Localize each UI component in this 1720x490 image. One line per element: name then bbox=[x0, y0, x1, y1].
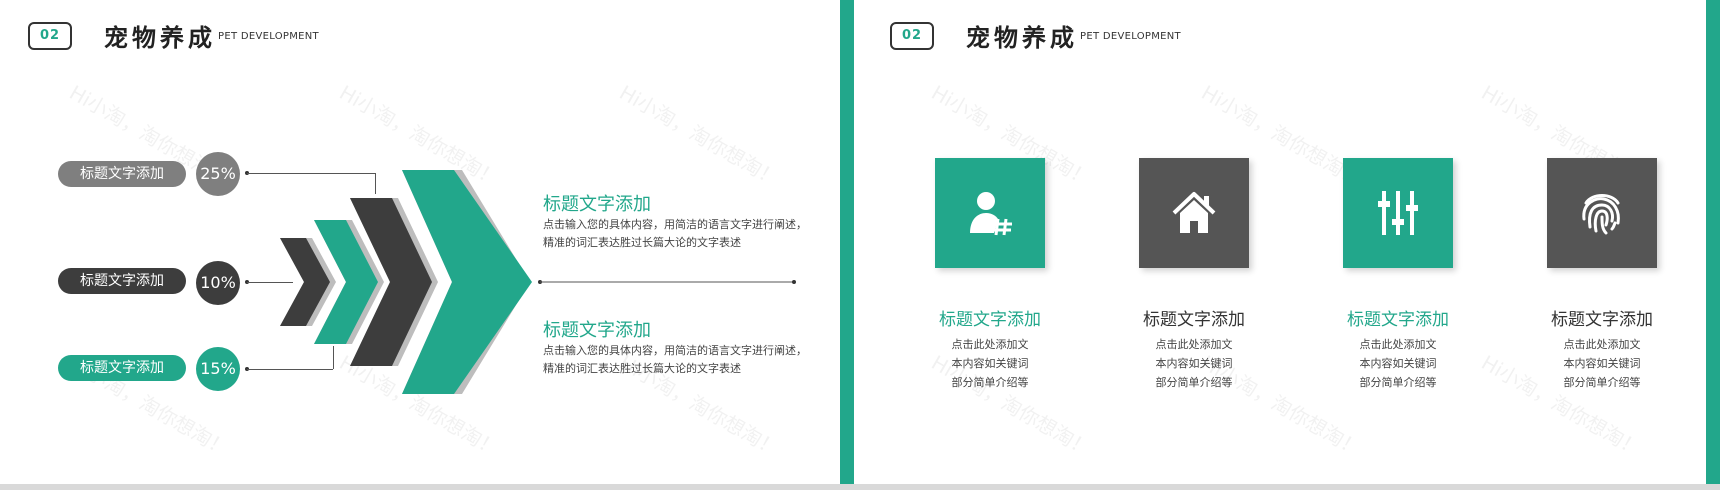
sliders-icon bbox=[1378, 191, 1418, 235]
text-line: 点击此处添加文 bbox=[951, 338, 1029, 351]
card-title-4: 标题文字添加 bbox=[1551, 310, 1653, 330]
feature-card-3 bbox=[1343, 158, 1453, 268]
card-title-2: 标题文字添加 bbox=[1143, 310, 1245, 330]
slide-divider bbox=[840, 0, 854, 490]
text-line: 部分简单介绍等 bbox=[1155, 376, 1233, 389]
feature-card-1 bbox=[935, 158, 1045, 268]
left-slide: 02 宠物养成 PET DEVELOPMENT Hi小淘，淘你想淘！ Hi小淘，… bbox=[0, 0, 840, 490]
slide-gap bbox=[854, 0, 862, 490]
text-line: 点击此处添加文 bbox=[1155, 338, 1233, 351]
feature-card-2 bbox=[1139, 158, 1249, 268]
right-slide: 02 宠物养成 PET DEVELOPMENT Hi小淘，淘你想淘！ Hi小淘，… bbox=[862, 0, 1702, 490]
text-line: 精准的词汇表达胜过长篇大论的文字表述 bbox=[543, 236, 741, 249]
text-block-body-2: 点击输入您的具体内容，用简洁的语言文字进行阐述， 精准的词汇表达胜过长篇大论的文… bbox=[543, 342, 813, 378]
card-title-1: 标题文字添加 bbox=[939, 310, 1041, 330]
text-line: 部分简单介绍等 bbox=[1563, 376, 1641, 389]
user-hash-icon bbox=[970, 192, 1012, 236]
text-block-title-1: 标题文字添加 bbox=[543, 194, 651, 215]
text-block-body-1: 点击输入您的具体内容，用简洁的语言文字进行阐述， 精准的词汇表达胜过长篇大论的文… bbox=[543, 216, 813, 252]
text-line: 精准的词汇表达胜过长篇大论的文字表述 bbox=[543, 362, 741, 375]
bottom-bar bbox=[0, 484, 1720, 490]
card-body-1: 点击此处添加文 本内容如关键词 部分简单介绍等 bbox=[900, 335, 1080, 392]
text-line: 本内容如关键词 bbox=[1359, 357, 1437, 370]
text-line: 本内容如关键词 bbox=[1563, 357, 1641, 370]
fingerprint-icon bbox=[1582, 194, 1620, 235]
card-body-2: 点击此处添加文 本内容如关键词 部分简单介绍等 bbox=[1104, 335, 1284, 392]
text-line: 点击输入您的具体内容，用简洁的语言文字进行阐述， bbox=[543, 218, 807, 231]
page-title: 宠物养成 bbox=[966, 23, 1078, 52]
text-line: 点击此处添加文 bbox=[1563, 338, 1641, 351]
text-line: 本内容如关键词 bbox=[1155, 357, 1233, 370]
page-subtitle: PET DEVELOPMENT bbox=[1080, 31, 1181, 42]
house-icon bbox=[1172, 192, 1216, 233]
text-line: 点击此处添加文 bbox=[1359, 338, 1437, 351]
text-line: 部分简单介绍等 bbox=[951, 376, 1029, 389]
slide-divider bbox=[1706, 0, 1720, 490]
section-number: 02 bbox=[890, 22, 934, 50]
chevron-arrow-1 bbox=[280, 238, 330, 326]
feature-card-4 bbox=[1547, 158, 1657, 268]
text-line: 本内容如关键词 bbox=[951, 357, 1029, 370]
card-body-3: 点击此处添加文 本内容如关键词 部分简单介绍等 bbox=[1308, 335, 1488, 392]
text-line: 点击输入您的具体内容，用简洁的语言文字进行阐述， bbox=[543, 344, 807, 357]
card-body-4: 点击此处添加文 本内容如关键词 部分简单介绍等 bbox=[1512, 335, 1692, 392]
text-block-title-2: 标题文字添加 bbox=[543, 320, 651, 341]
connector-dot bbox=[792, 280, 796, 284]
text-line: 部分简单介绍等 bbox=[1359, 376, 1437, 389]
card-title-3: 标题文字添加 bbox=[1347, 310, 1449, 330]
